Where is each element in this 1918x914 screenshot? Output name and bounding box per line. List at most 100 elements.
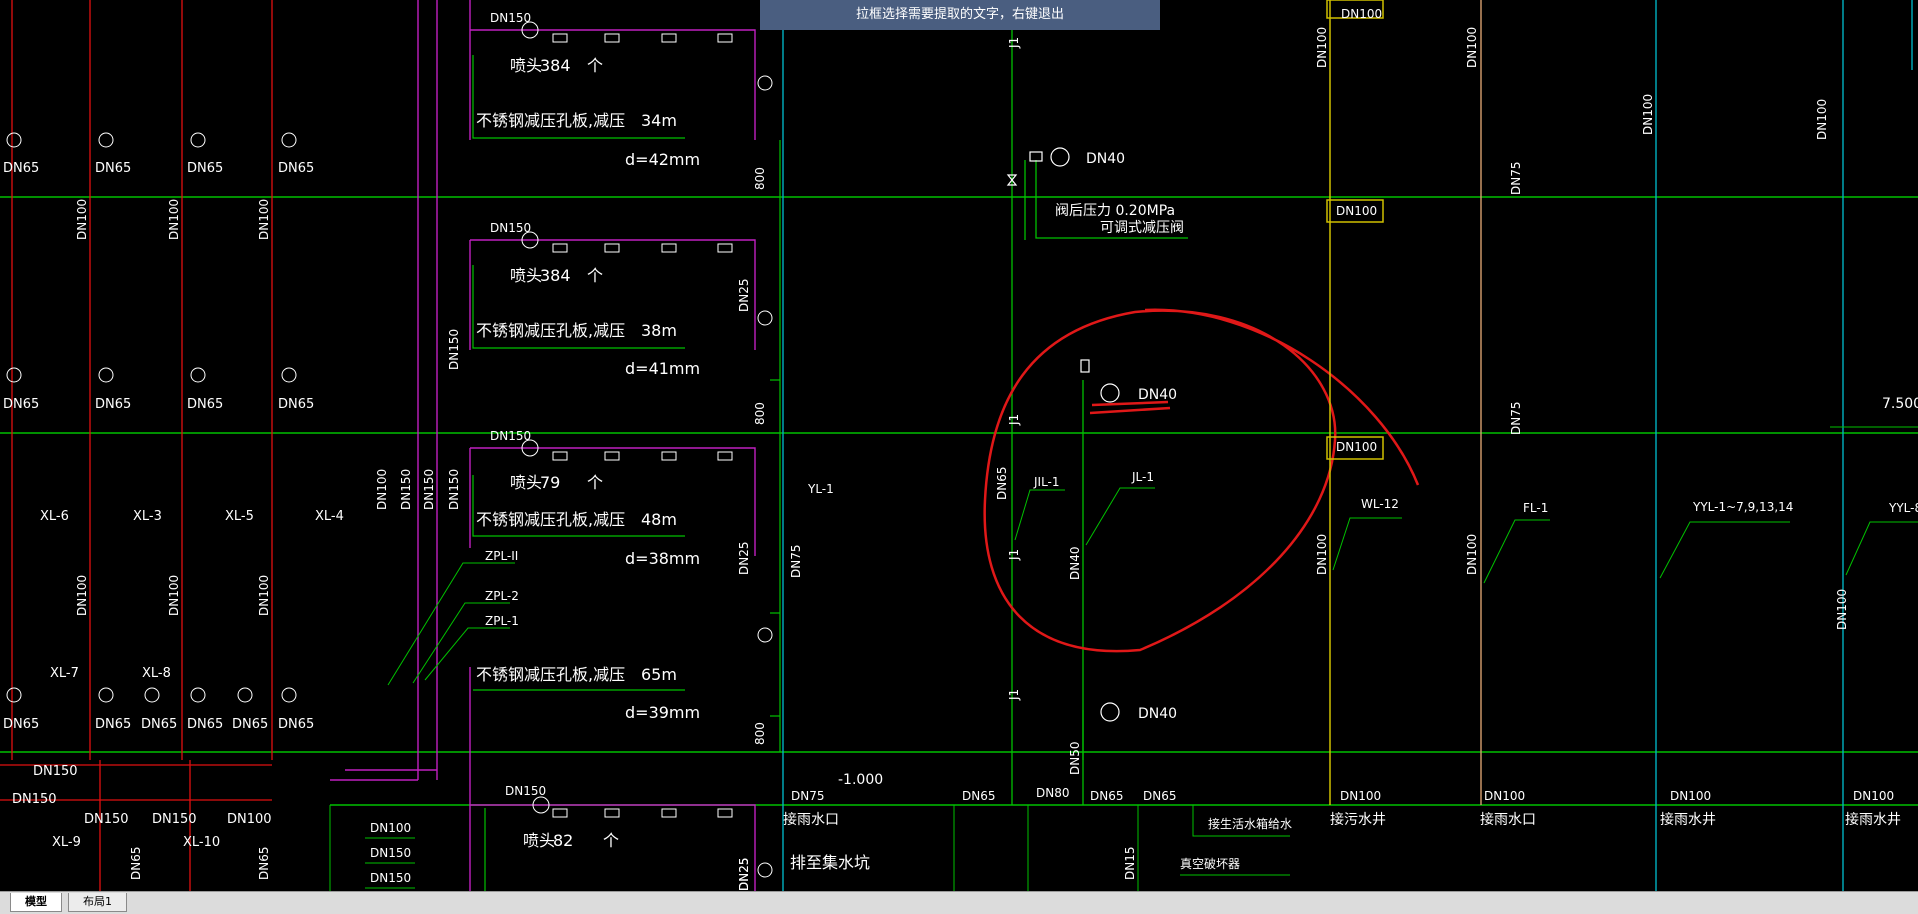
pipe-dn-vertical: DN25 [737,279,751,313]
misc-dn: DN65 [129,847,143,881]
hydrant-dn: DN65 [278,397,314,412]
pipe-dn-vertical: DN150 [447,469,461,510]
column-label: FL-1 [1523,501,1548,515]
diameter: d=41mm [625,359,700,378]
heads-count: 384 [540,266,571,285]
heads-label: 喷头 [523,831,555,850]
tab-layout1[interactable]: 布局1 [68,893,127,912]
outlet-label: 接雨水井 [1660,811,1716,828]
orifice-note: 不锈钢减压孔板,减压 [476,321,625,340]
pipe-dn-vertical: DN100 [257,199,271,240]
hydrant-dn: DN65 [3,161,39,176]
riser-label: XL-7 [50,666,79,681]
bottom-dn: DN75 [791,789,825,803]
pipe-dn-vertical: DN100 [375,469,389,510]
orifice-note: 不锈钢减压孔板,减压 [476,665,625,684]
floor-lines [0,196,1918,806]
elevation: 7.500 [1882,396,1918,412]
hydrant-dn: DN65 [278,717,314,732]
column-dn: DN100 [1465,534,1479,575]
riser-size: 800 [753,402,767,425]
hint-bar: 拉框选择需要提取的文字，右键退出 [760,0,1160,30]
j1-letter: J1 [1007,689,1021,701]
main-dn: DN150 [33,764,78,779]
pipe-dn-vertical: DN100 [167,575,181,616]
misc-dn: DN25 [737,858,751,892]
hydrant-dn: DN65 [278,161,314,176]
tab-model[interactable]: 模型 [10,893,62,912]
pipe-dn-vertical: DN150 [399,469,413,510]
outlet-label: 接雨水口 [1480,811,1536,828]
zpl-label: ZPL-II [485,549,518,563]
hydrant-dn: DN65 [3,397,39,412]
riser-label: XL-5 [225,509,254,524]
column-dn: DN75 [1509,162,1523,196]
pipe-dn-vertical: DN65 [995,467,1009,501]
hydrant-dn: DN65 [187,717,223,732]
sprinkler-block: DN150 喷头 79 个 不锈钢减压孔板,减压 48m d=38mm [476,429,700,568]
misc-dn: DN150 [370,871,411,885]
column-label: YYL-1~7,9,13,14 [1692,500,1793,514]
column-leaders [1332,426,1918,584]
sprinkler-mains [330,0,756,891]
hydrant-dn: DN65 [187,397,223,412]
sprinkler-block: DN150 喷头 384 个 不锈钢减压孔板,减压 38m d=41mm [476,221,700,378]
yellow-riser [1326,0,1384,805]
column-dn: DN100 [1336,204,1377,218]
heads-label: 喷头 [510,473,542,492]
heads-unit: 个 [587,266,603,285]
column-dn: DN100 [1835,589,1849,630]
pipe-dn-vertical: DN75 [789,545,803,579]
drain-note: 排至集水坑 [790,853,870,872]
hydrant-dn: DN65 [232,717,268,732]
riser-label: XL-6 [40,509,69,524]
bottom-dn: DN80 [1036,786,1070,800]
hydrant-risers [0,0,273,891]
bottom-dn: DN100 [1853,789,1894,803]
misc-dn: DN15 [1123,847,1137,881]
pipe-dn-vertical: DN40 [1068,547,1082,581]
outlet-label: 接污水井 [1330,811,1386,828]
heads-count: 82 [553,831,573,850]
hydrant-dn: DN65 [95,397,131,412]
main-dn: DN150 [152,812,197,827]
heads-unit: 个 [587,473,603,492]
jl-label: JL-1 [1131,470,1154,484]
j1-letter: J1 [1007,414,1021,426]
misc-dn: DN100 [370,821,411,835]
main-dn: DN150 [12,792,57,807]
diameter: d=42mm [625,150,700,169]
riser-label: XL-3 [133,509,162,524]
pressure-note: 阀后压力 0.20MPa [1055,203,1175,219]
j1-letter: J1 [1007,549,1021,561]
jl-label: JIL-1 [1033,475,1060,489]
valve-dn: DN40 [1138,706,1177,722]
heads-label: 喷头 [510,56,542,75]
hydrant-dn: DN65 [141,717,177,732]
block-pipe: DN150 [505,784,546,798]
column-label: WL-12 [1361,497,1399,511]
sprinkler-block: DN150 喷头 384 个 不锈钢减压孔板,减压 34m d=42mm [476,11,700,169]
orifice-note: 不锈钢减压孔板,减压 [476,510,625,529]
column-dn: DN100 [1641,94,1655,135]
heads-label: 喷头 [510,266,542,285]
cad-drawing-canvas[interactable]: DN65 DN65 DN65 DN65 DN65 DN65 DN65 DN65 … [0,0,1918,891]
pipe-dn-vertical: DN150 [422,469,436,510]
riser-size: 800 [753,722,767,745]
elevation: -1.000 [838,772,883,788]
bottom-dn: DN100 [1340,789,1381,803]
heads-unit: 个 [587,56,603,75]
pipe-dn-vertical: DN100 [75,575,89,616]
pressure: 48m [641,510,677,529]
bottom-note: 真空破坏器 [1180,856,1240,871]
column-dn: DN100 [1315,27,1329,68]
outlet-label: 接雨水井 [1845,811,1901,828]
column-dn: DN75 [1509,402,1523,436]
hint-text: 拉框选择需要提取的文字，右键退出 [855,7,1064,22]
pressure: 65m [641,665,677,684]
bottom-dn: DN65 [962,789,996,803]
pipe-dn-vertical: DN50 [1068,742,1082,776]
layout-tab-bar: 模型 布局1 [0,891,1918,914]
pipe-dn-vertical: DN100 [257,575,271,616]
outlet-label: 接雨水口 [783,811,839,828]
